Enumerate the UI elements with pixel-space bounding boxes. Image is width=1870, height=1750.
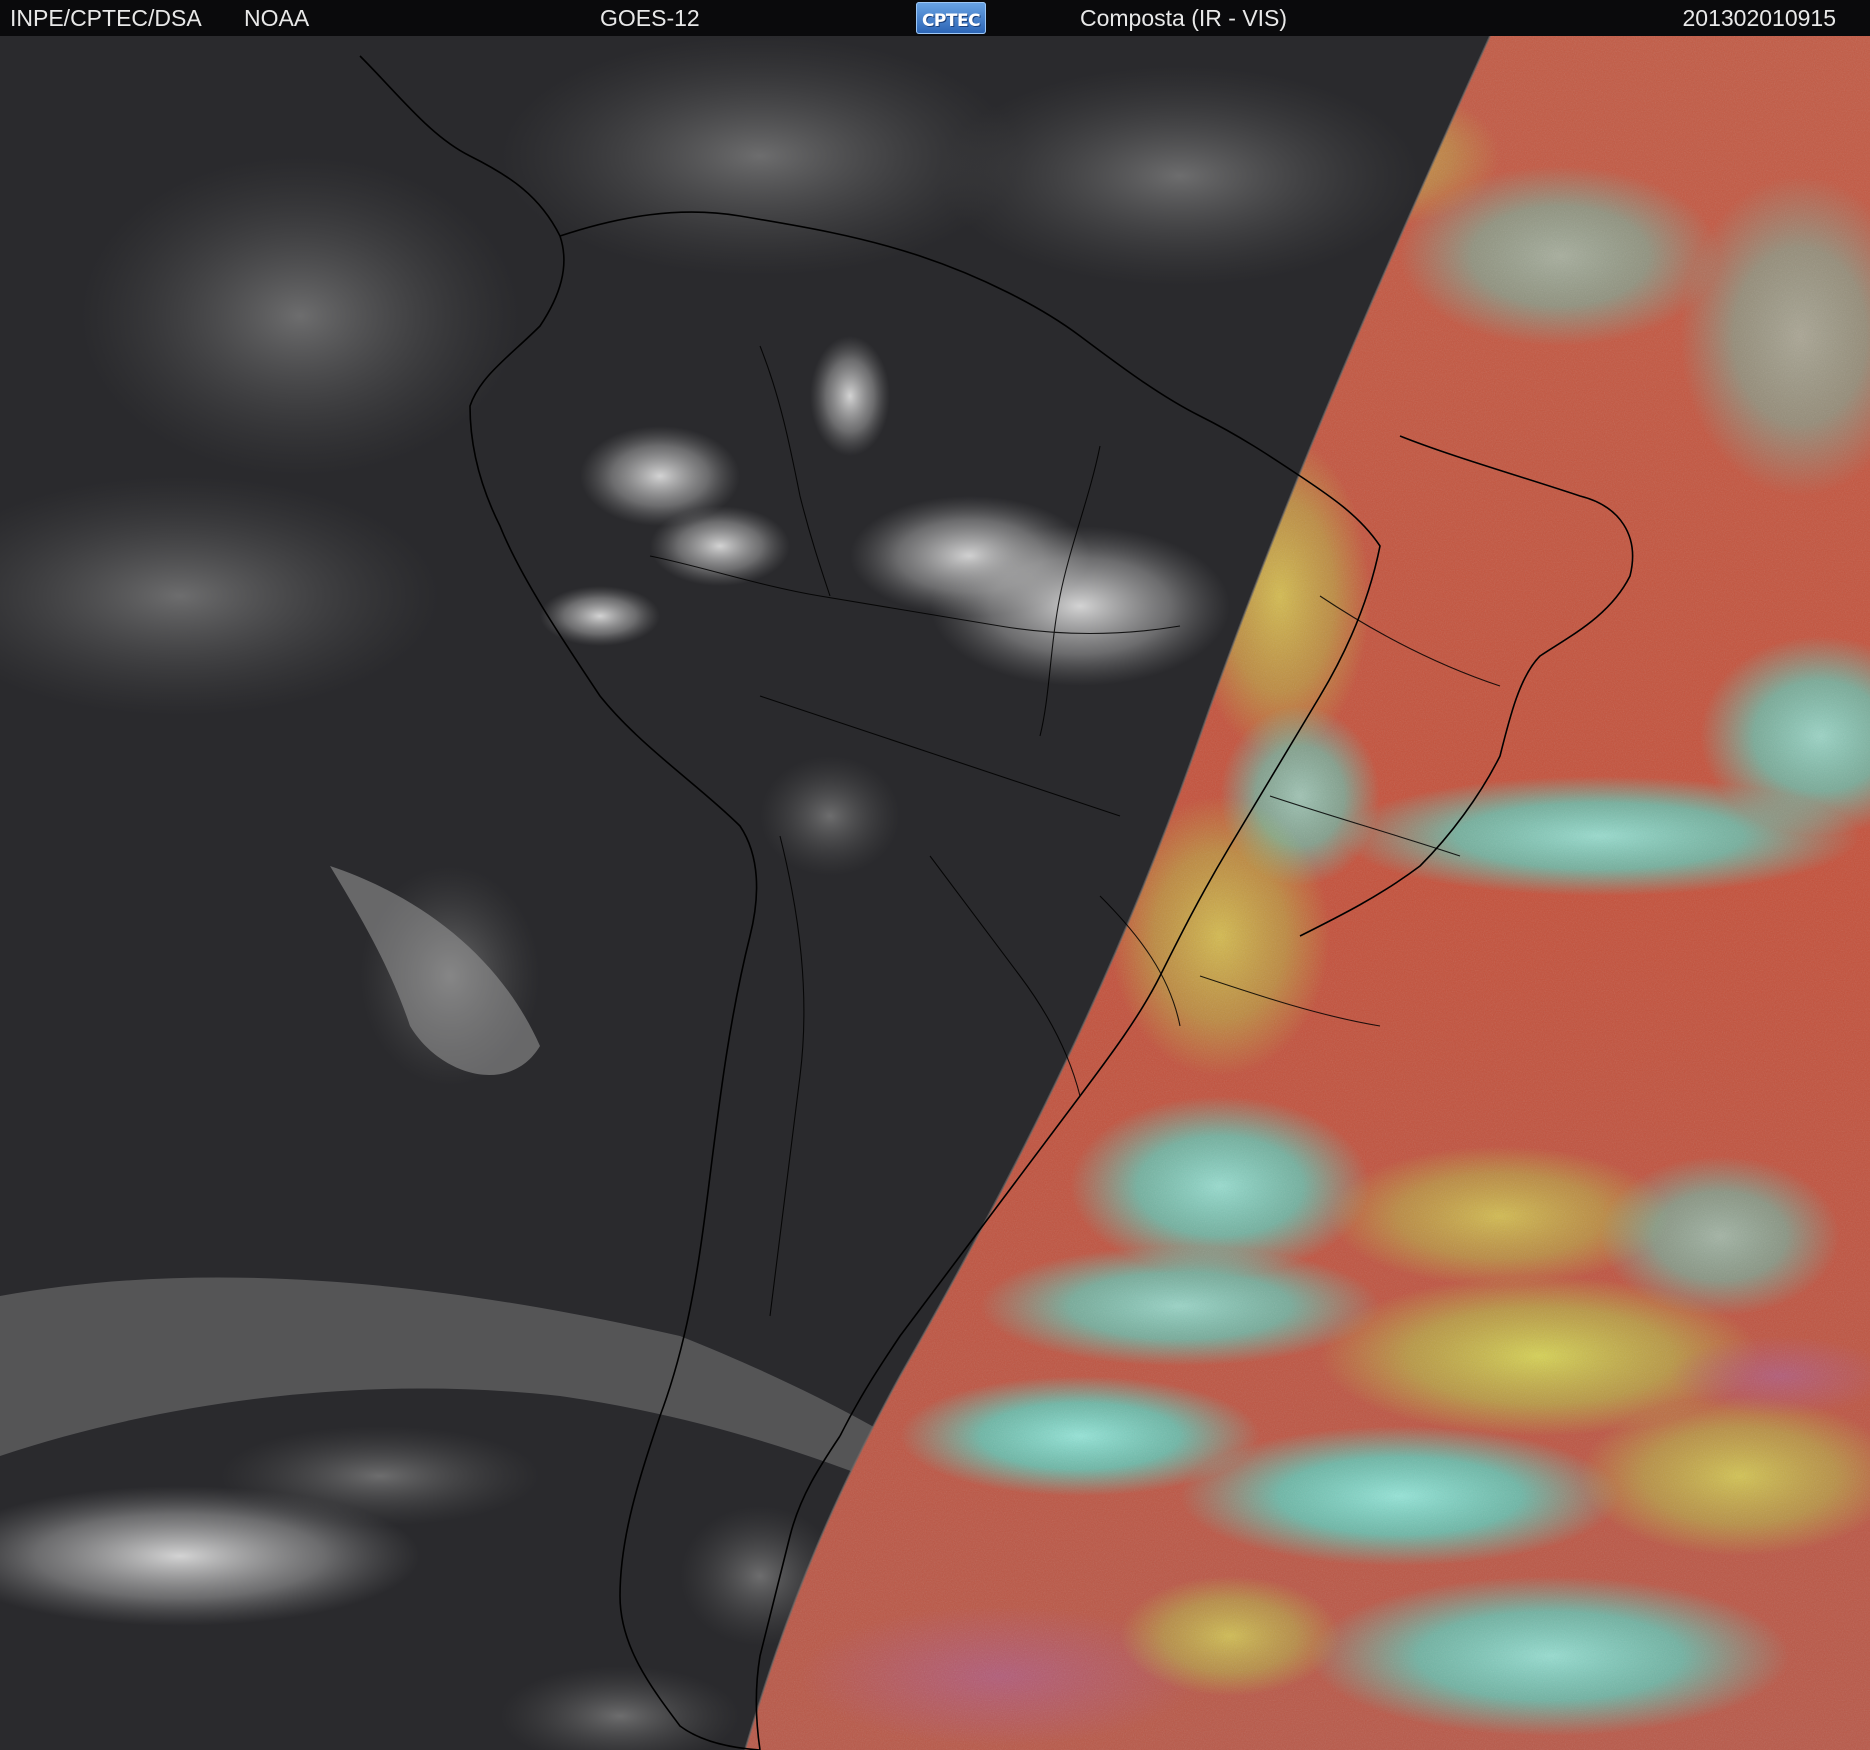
organization-label: INPE/CPTEC/DSA bbox=[10, 5, 202, 31]
satellite-composite-map bbox=[0, 36, 1870, 1750]
agency-label: NOAA bbox=[244, 5, 310, 31]
image-header-bar: INPE/CPTEC/DSA NOAA GOES-12 CPTEC Compos… bbox=[0, 0, 1870, 36]
cptec-logo: CPTEC bbox=[916, 2, 986, 34]
satellite-label: GOES-12 bbox=[600, 5, 700, 31]
logo-text: CPTEC bbox=[921, 11, 981, 31]
product-label: Composta (IR - VIS) bbox=[1080, 5, 1288, 31]
satellite-image-viewer: INPE/CPTEC/DSA NOAA GOES-12 CPTEC Compos… bbox=[0, 0, 1870, 1750]
timestamp-label: 201302010915 bbox=[1682, 5, 1837, 31]
